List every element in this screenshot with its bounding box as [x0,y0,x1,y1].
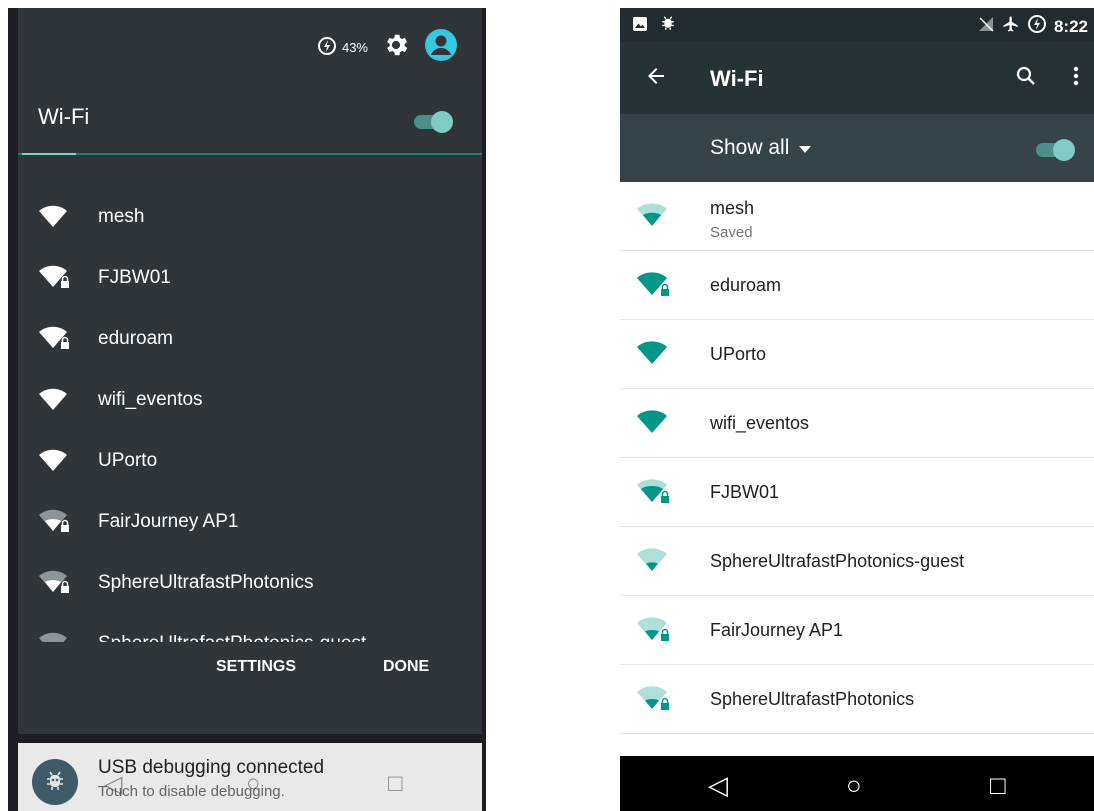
network-item[interactable]: FairJourney AP1 [18,491,482,552]
wifi-locked-icon [38,265,74,291]
no-signal-icon [978,16,994,37]
network-name: FairJourney AP1 [98,510,239,532]
wifi-full-icon [636,202,668,233]
quick-settings-screen: 43% Wi-Fi mesh FJBW01 eduroam wifi_event… [8,8,486,811]
filter-bar: Show all [620,114,1094,182]
network-name: mesh [98,205,145,227]
network-name: SphereUltrafastPhotonics-guest [98,633,366,643]
network-item[interactable]: SphereUltrafastPhotonics [620,665,1094,734]
image-notification-icon [632,16,648,37]
network-status: Saved [710,224,753,241]
battery-indicator[interactable]: 43% [317,36,368,58]
user-avatar-icon[interactable] [424,28,458,67]
wifi-weak-locked-icon [38,509,74,535]
network-item[interactable]: UPorto [18,430,482,491]
status-time: 8:22 [1053,16,1088,36]
debug-notification-icon [660,16,676,37]
overflow-menu-icon[interactable] [1072,64,1080,95]
wifi-weak-locked-icon [38,570,74,596]
network-item[interactable]: UPorto [620,320,1094,389]
network-item[interactable]: SphereUltrafastPhotonics-guest [18,613,482,642]
bug-icon [32,759,78,805]
network-item[interactable]: FJBW01 [620,458,1094,527]
home-nav-icon[interactable]: ○ [846,770,862,801]
network-item[interactable]: FJBW01 [18,247,482,308]
network-name: FJBW01 [710,482,780,502]
network-item[interactable]: FairJourney AP1 [620,596,1094,665]
notification-title: USB debugging connected [98,757,325,778]
wifi-settings-screen: 8:22 Wi-Fi Show all mesh Saved eduroam U… [620,8,1094,811]
usb-debugging-notification[interactable]: USB debugging connected Touch to disable… [18,743,482,811]
network-name: UPorto [710,344,767,364]
settings-button[interactable]: SETTINGS [216,658,296,676]
wifi-full-icon [38,205,74,229]
wifi-toggle[interactable] [410,108,456,141]
wifi-weak-icon [38,632,74,642]
search-icon[interactable] [1014,64,1038,93]
network-list: mesh Saved eduroam UPorto wifi_eventos F… [620,182,1094,734]
panel-actions: SETTINGS DONE [18,656,482,696]
wifi-full-icon [636,409,668,440]
battery-charging-icon [1027,15,1046,38]
app-bar: Wi-Fi [620,42,1094,114]
network-name: wifi_eventos [98,388,203,410]
network-name: SphereUltrafastPhotonics-guest [710,551,965,571]
wifi-full-icon [38,388,74,412]
navigation-bar: ◁ ○ □ [620,756,1094,811]
network-name: mesh [710,198,755,218]
network-item[interactable]: wifi_eventos [620,389,1094,458]
wifi-weak-icon [636,547,668,578]
back-arrow-icon[interactable] [644,64,668,95]
network-name: SphereUltrafastPhotonics [98,571,314,593]
wifi-weak-locked-icon [636,685,672,718]
network-item[interactable]: SphereUltrafastPhotonics [18,552,482,613]
network-name: eduroam [98,327,173,349]
gear-icon[interactable] [382,31,410,64]
network-item[interactable]: mesh Saved [620,182,1094,251]
filter-dropdown[interactable]: Show all [710,136,812,160]
wifi-quick-panel: 43% Wi-Fi mesh FJBW01 eduroam wifi_event… [18,8,482,734]
network-name: eduroam [710,275,782,295]
wifi-locked-icon [636,271,672,304]
dropdown-arrow-icon [799,136,812,160]
wifi-weak-locked-icon [636,616,672,649]
airplane-mode-icon [1002,15,1020,38]
notification-text: Touch to disable debugging. [98,783,285,800]
network-item[interactable]: mesh [18,186,482,247]
wifi-full-icon [636,340,668,371]
network-item[interactable]: SphereUltrafastPhotonics-guest [620,527,1094,596]
qs-status-row: 43% [317,28,458,67]
network-name: FairJourney AP1 [710,620,844,640]
network-name: UPorto [98,449,158,471]
status-bar: 8:22 [620,8,1094,42]
wifi-locked-icon [38,326,74,352]
wifi-toggle[interactable] [1032,136,1078,169]
network-name: FJBW01 [98,266,171,288]
network-list: mesh FJBW01 eduroam wifi_eventos UPorto … [18,186,482,642]
network-name: SphereUltrafastPhotonics [710,689,915,709]
panel-divider [18,153,482,155]
back-nav-icon[interactable]: ◁ [708,770,728,801]
panel-title: Wi-Fi [38,104,90,129]
battery-percent: 43% [341,39,368,55]
done-button[interactable]: DONE [383,658,429,676]
wifi-full-icon [38,449,74,473]
recents-nav-icon[interactable]: □ [990,770,1006,801]
network-item[interactable]: eduroam [620,251,1094,320]
network-item[interactable]: eduroam [18,308,482,369]
network-item[interactable]: wifi_eventos [18,369,482,430]
wifi-locked-icon [636,478,672,511]
page-title: Wi-Fi [710,66,764,91]
battery-charging-icon [317,36,336,58]
filter-label: Show all [710,136,790,159]
network-name: wifi_eventos [710,413,810,433]
